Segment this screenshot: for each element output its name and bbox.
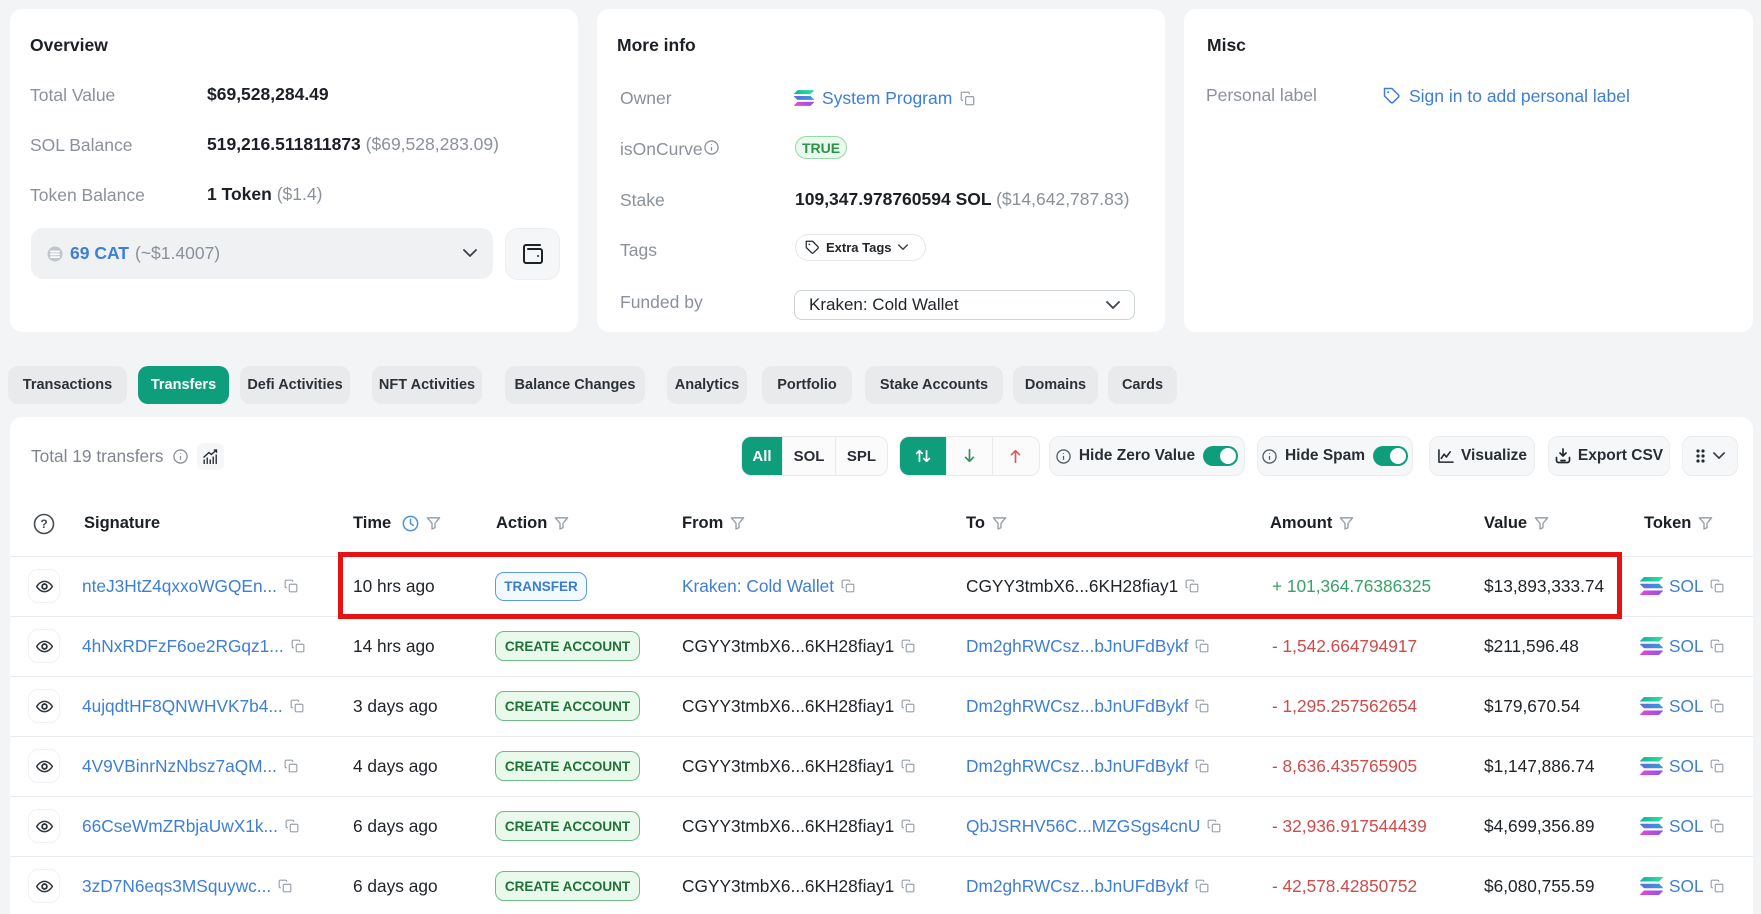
svg-text:?: ?: [40, 517, 47, 531]
